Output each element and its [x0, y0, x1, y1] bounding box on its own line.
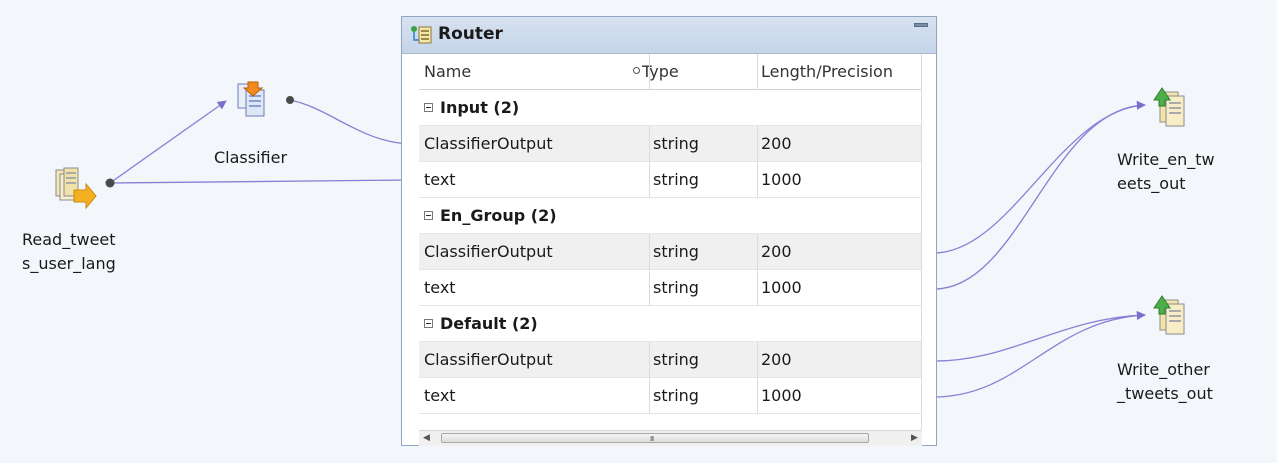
- minimize-button[interactable]: [914, 23, 928, 27]
- scrollbar-thumb[interactable]: III: [441, 433, 869, 443]
- port-type: string: [653, 386, 699, 405]
- column-header-length[interactable]: Length/Precision: [761, 54, 921, 90]
- column-divider: [757, 234, 758, 306]
- column-divider: [757, 126, 758, 198]
- classifier-node-label: Classifier: [214, 148, 288, 167]
- group-row-input[interactable]: Input (2): [419, 90, 922, 126]
- target-other-node[interactable]: Write_other _tweets_out: [1110, 292, 1260, 422]
- port-row[interactable]: ClassifierOutput string 200: [419, 234, 922, 270]
- port-length: 1000: [761, 170, 802, 189]
- port-row[interactable]: text string 1000: [419, 162, 922, 198]
- target-file-icon: [1153, 87, 1185, 127]
- column-divider: [649, 342, 650, 414]
- port-type: string: [653, 134, 699, 153]
- scroll-left-arrow-icon[interactable]: ◀: [419, 432, 434, 445]
- port-name: ClassifierOutput: [424, 242, 553, 261]
- port-length: 1000: [761, 278, 802, 297]
- port-type: string: [653, 242, 699, 261]
- port-type: string: [653, 170, 699, 189]
- router-icon: [411, 26, 432, 44]
- horizontal-scrollbar[interactable]: ◀ III ▶: [419, 430, 922, 446]
- router-header[interactable]: Router: [402, 17, 936, 54]
- column-divider: [649, 234, 650, 306]
- port-name: text: [424, 170, 456, 189]
- port-length: 200: [761, 350, 792, 369]
- column-divider[interactable]: [757, 54, 758, 90]
- column-header-name[interactable]: Name: [424, 54, 649, 90]
- port-row[interactable]: text string 1000: [419, 378, 922, 414]
- column-divider[interactable]: [921, 54, 922, 430]
- column-divider[interactable]: [649, 54, 650, 90]
- target-en-node-label: Write_en_tw eets_out: [1117, 150, 1215, 193]
- group-row-default[interactable]: Default (2): [419, 306, 922, 342]
- scroll-right-arrow-icon[interactable]: ▶: [907, 432, 922, 445]
- group-row-en-group[interactable]: En_Group (2): [419, 198, 922, 234]
- port-name: ClassifierOutput: [424, 134, 553, 153]
- sort-indicator-icon: [633, 67, 640, 74]
- column-divider: [757, 342, 758, 414]
- source-file-icon: [55, 167, 97, 210]
- port-name: text: [424, 278, 456, 297]
- target-other-node-label: Write_other _tweets_out: [1117, 360, 1213, 403]
- port-length: 200: [761, 134, 792, 153]
- router-title: Router: [438, 24, 503, 44]
- link-source-to-router-text: [109, 177, 411, 184]
- classifier-node[interactable]: Classifier: [200, 78, 310, 178]
- collapse-icon[interactable]: [424, 319, 433, 328]
- source-node-label: Read_tweet s_user_lang: [22, 230, 116, 273]
- port-row[interactable]: ClassifierOutput string 200: [419, 126, 922, 162]
- port-row[interactable]: ClassifierOutput string 200: [419, 342, 922, 378]
- port-type: string: [653, 350, 699, 369]
- target-file-icon: [1153, 295, 1185, 335]
- classifier-icon: [237, 81, 265, 117]
- router-ports-grid: Name Type Length/Precision Input (2) Cla…: [419, 54, 922, 430]
- column-divider: [649, 126, 650, 198]
- port-length: 200: [761, 242, 792, 261]
- port-length: 1000: [761, 386, 802, 405]
- scrollbar-grip: III: [650, 435, 654, 443]
- source-node[interactable]: Read_tweet s_user_lang: [22, 160, 142, 290]
- grid-header-row: Name Type Length/Precision: [419, 54, 922, 90]
- port-name: ClassifierOutput: [424, 350, 553, 369]
- router-transformation[interactable]: Router Name Type Length/Precision Input …: [401, 16, 937, 446]
- collapse-icon[interactable]: [424, 211, 433, 220]
- port-type: string: [653, 278, 699, 297]
- target-en-node[interactable]: Write_en_tw eets_out: [1110, 84, 1260, 204]
- port-row[interactable]: text string 1000: [419, 270, 922, 306]
- port-name: text: [424, 386, 456, 405]
- collapse-icon[interactable]: [424, 103, 433, 112]
